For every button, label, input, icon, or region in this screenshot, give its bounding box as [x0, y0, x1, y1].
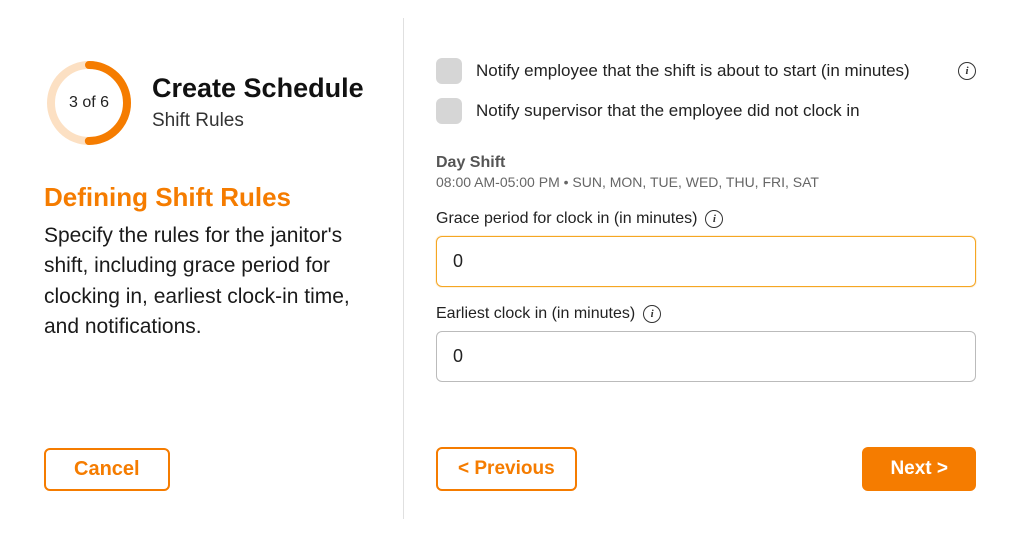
shift-name: Day Shift [436, 154, 976, 172]
earliest-clockin-label: Earliest clock in (in minutes) i [436, 305, 976, 323]
grace-period-input[interactable] [436, 236, 976, 287]
grace-period-label-text: Grace period for clock in (in minutes) [436, 210, 697, 228]
wizard-container: 3 of 6 Create Schedule Shift Rules Defin… [8, 18, 1016, 519]
notify-supervisor-checkbox[interactable] [436, 98, 462, 124]
info-icon[interactable]: i [958, 62, 976, 80]
shift-block: Day Shift 08:00 AM-05:00 PM • SUN, MON, … [436, 154, 976, 400]
progress-step-label: 3 of 6 [69, 94, 109, 112]
notify-supervisor-row: Notify supervisor that the employee did … [436, 98, 976, 124]
section-description: Specify the rules for the janitor's shif… [44, 221, 375, 343]
notify-employee-checkbox[interactable] [436, 58, 462, 84]
cancel-button[interactable]: Cancel [44, 448, 170, 491]
footer-nav: < Previous Next > [436, 447, 976, 491]
grace-period-label: Grace period for clock in (in minutes) i [436, 210, 976, 228]
page-subtitle: Shift Rules [152, 110, 364, 132]
earliest-clockin-input[interactable] [436, 331, 976, 382]
notify-employee-label: Notify employee that the shift is about … [476, 61, 944, 81]
next-button[interactable]: Next > [862, 447, 976, 491]
left-panel: 3 of 6 Create Schedule Shift Rules Defin… [8, 18, 403, 519]
page-title: Create Schedule [152, 74, 364, 104]
notify-employee-row: Notify employee that the shift is about … [436, 58, 976, 84]
right-panel: Notify employee that the shift is about … [404, 18, 1016, 519]
section-heading: Defining Shift Rules [44, 182, 375, 213]
progress-header: 3 of 6 Create Schedule Shift Rules [44, 58, 375, 148]
info-icon[interactable]: i [643, 305, 661, 323]
earliest-clockin-label-text: Earliest clock in (in minutes) [436, 305, 635, 323]
previous-button[interactable]: < Previous [436, 447, 577, 491]
header-text: Create Schedule Shift Rules [152, 74, 364, 132]
shift-meta: 08:00 AM-05:00 PM • SUN, MON, TUE, WED, … [436, 174, 976, 190]
info-icon[interactable]: i [705, 210, 723, 228]
notify-supervisor-label: Notify supervisor that the employee did … [476, 101, 976, 121]
progress-ring: 3 of 6 [44, 58, 134, 148]
